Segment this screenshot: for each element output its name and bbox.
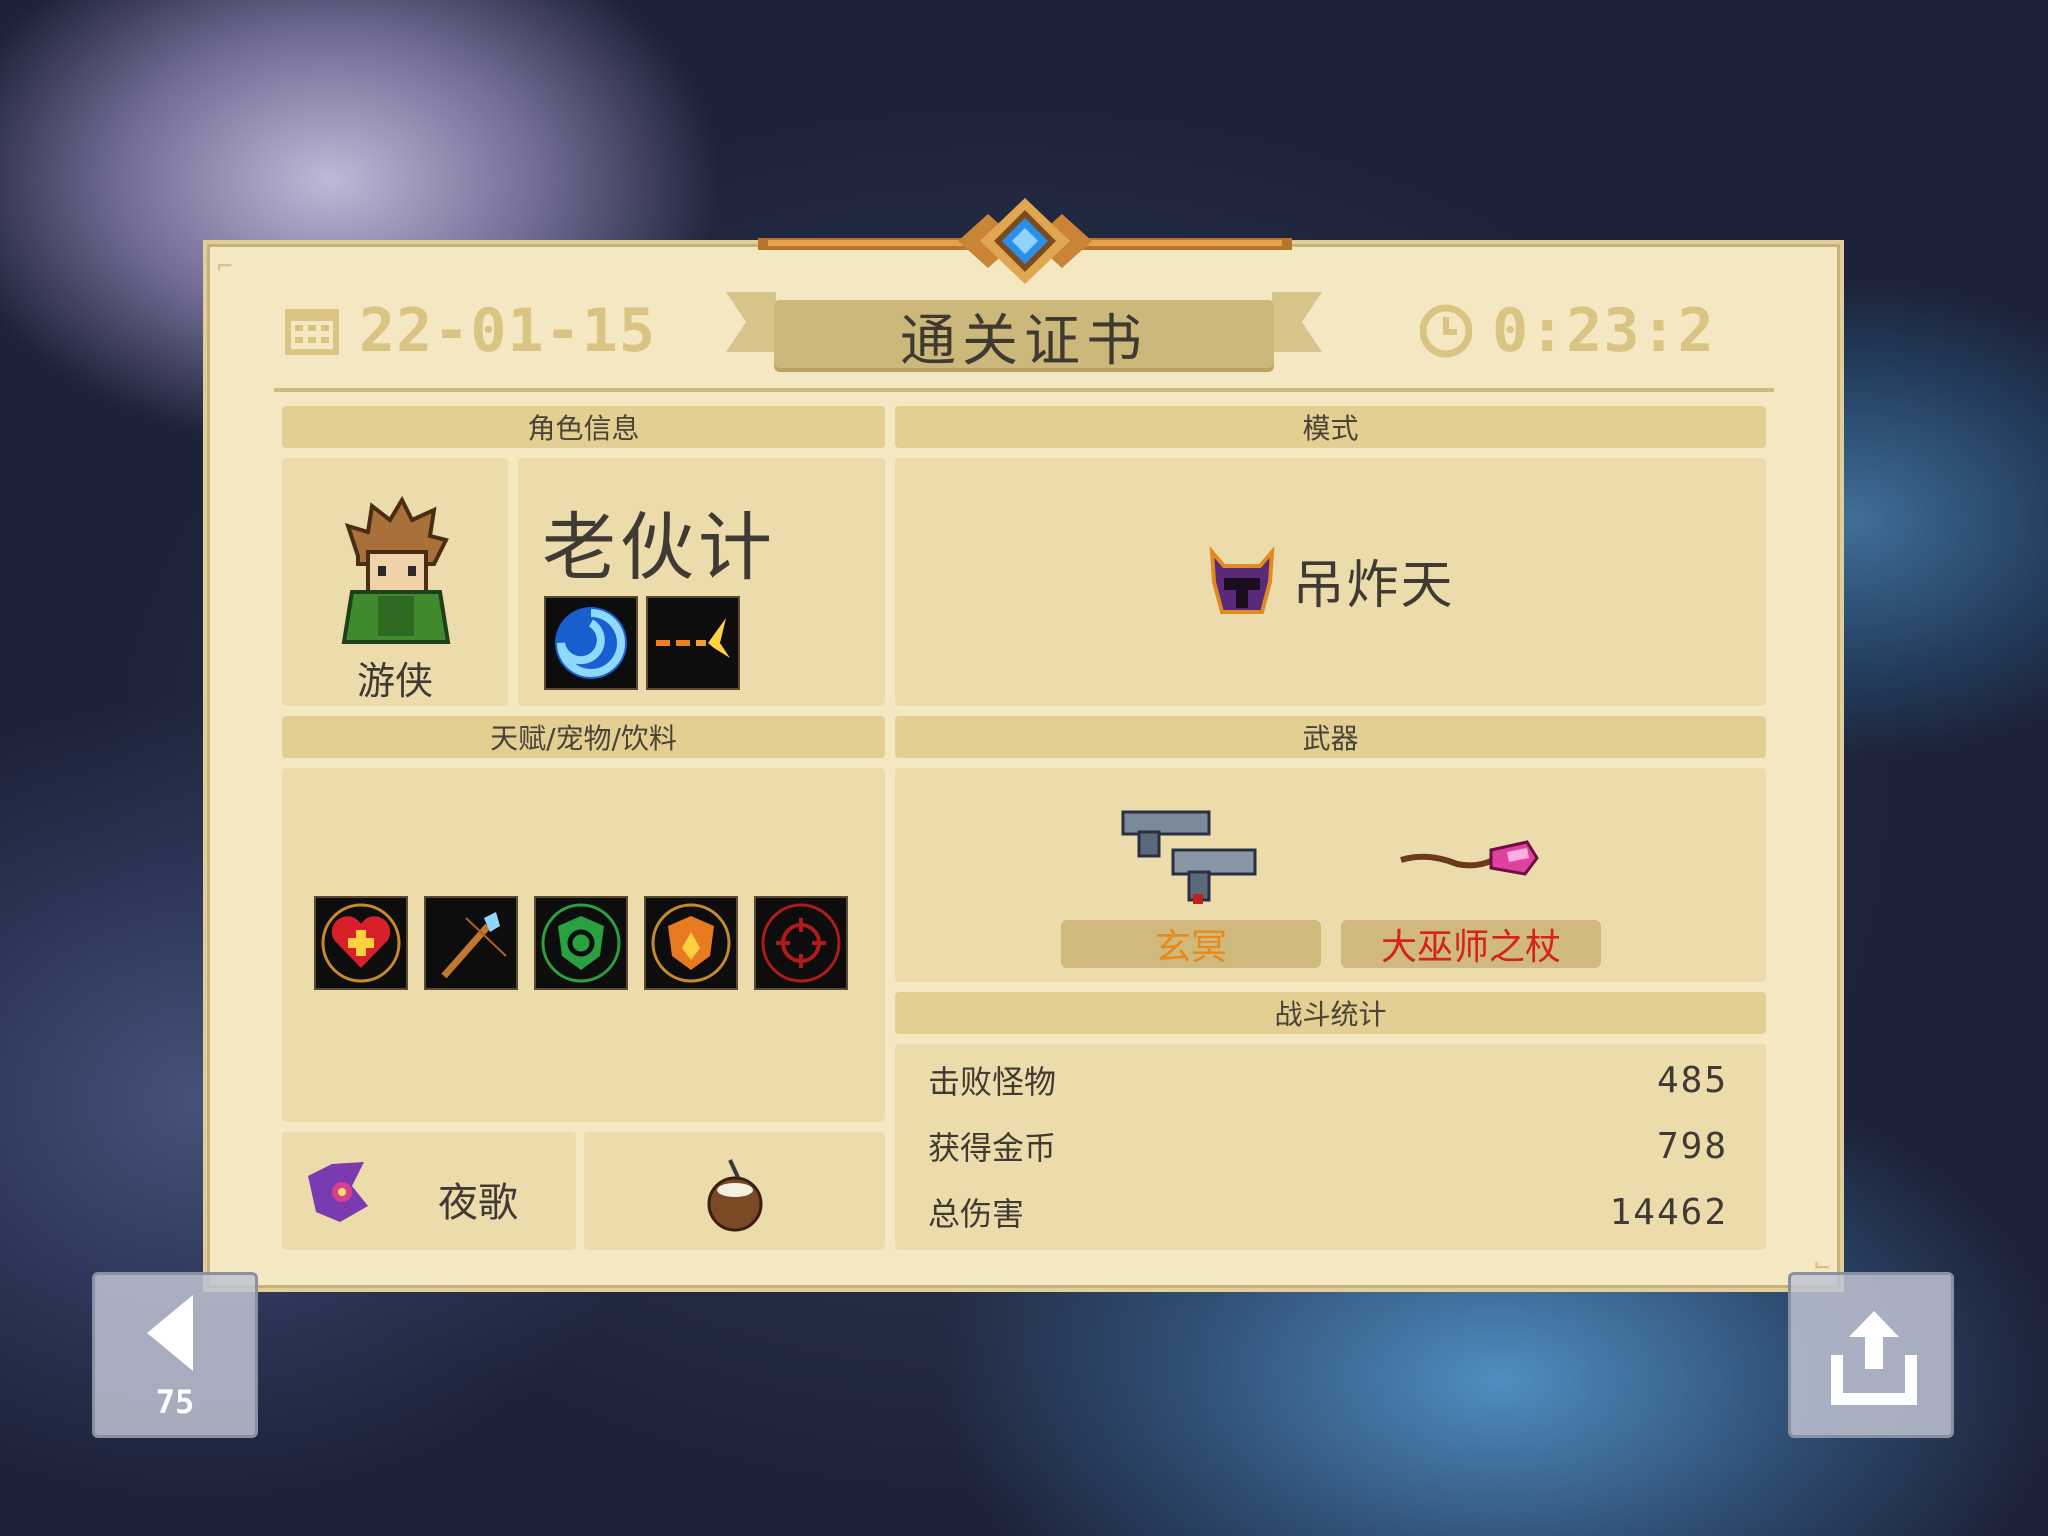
header-divider (274, 388, 1774, 392)
mode-name: 吊炸天 (1292, 555, 1455, 616)
dual-pistols-icon (1121, 810, 1257, 904)
character-detail-box: 老伙计 (518, 458, 885, 706)
weapon-label-2: 大巫师之杖 (1341, 920, 1601, 968)
mode-box: 吊炸天 (895, 458, 1766, 706)
pet-box: 夜歌 (282, 1132, 576, 1250)
stat-row-gold: 获得金币 798 (928, 1116, 1728, 1176)
fire-shield-icon (644, 896, 738, 990)
crosshair-icon (754, 896, 848, 990)
purple-bird-icon (308, 1162, 368, 1222)
date-display: 22-01-15 (283, 296, 656, 366)
character-portrait-box: 游侠 (282, 458, 508, 706)
magic-staff-icon (424, 896, 518, 990)
back-button[interactable]: 75 (92, 1272, 258, 1438)
stat-row-damage: 总伤害 14462 (928, 1182, 1728, 1242)
weapon-label-1: 玄冥 (1061, 920, 1321, 968)
crystal-staff-icon (1400, 840, 1539, 876)
stat-label: 获得金币 (928, 1129, 1057, 1167)
stat-label: 总伤害 (928, 1195, 1025, 1233)
bullet-skill-icon (646, 596, 740, 690)
heart-plus-icon (314, 896, 408, 990)
stat-label: 击败怪物 (928, 1063, 1057, 1101)
talents-box (282, 768, 885, 1122)
character-skin-name: 老伙计 (542, 505, 776, 591)
title-banner: 通关证书 (774, 300, 1274, 374)
ranger-avatar (341, 496, 451, 644)
stat-value: 14462 (1609, 1191, 1728, 1233)
section-header-talents: 天赋/宠物/饮料 (282, 716, 885, 758)
green-shield-icon (534, 896, 628, 990)
back-arrow-icon (147, 1295, 193, 1371)
back-count: 75 (155, 1383, 195, 1421)
stat-row-kills: 击败怪物 485 (928, 1050, 1728, 1110)
page-title: 通关证书 (900, 308, 1148, 374)
share-icon (1831, 1311, 1917, 1405)
weapons-box: 玄冥 大巫师之杖 (895, 768, 1766, 982)
stat-value: 798 (1656, 1125, 1728, 1167)
crest-gem-ornament (758, 198, 1292, 284)
section-header-mode: 模式 (895, 406, 1766, 448)
character-class: 游侠 (356, 659, 433, 703)
corner-ornament-tl: ⌐ (217, 252, 233, 282)
share-button[interactable] (1788, 1272, 1954, 1438)
section-header-stats: 战斗统计 (895, 992, 1766, 1034)
time-text: 0:23:2 (1492, 296, 1715, 366)
swirl-skill-icon (544, 596, 638, 690)
coconut-drink-icon (707, 1159, 763, 1232)
section-header-weapons: 武器 (895, 716, 1766, 758)
drink-box (584, 1132, 885, 1250)
horned-helmet-icon (1210, 546, 1275, 614)
pet-name: 夜歌 (438, 1180, 518, 1226)
time-display: 0:23:2 (1420, 296, 1715, 366)
clock-icon (1420, 304, 1472, 358)
date-text: 22-01-15 (359, 296, 656, 366)
section-header-character: 角色信息 (282, 406, 885, 448)
calendar-icon (285, 309, 339, 355)
stat-value: 485 (1656, 1059, 1728, 1101)
